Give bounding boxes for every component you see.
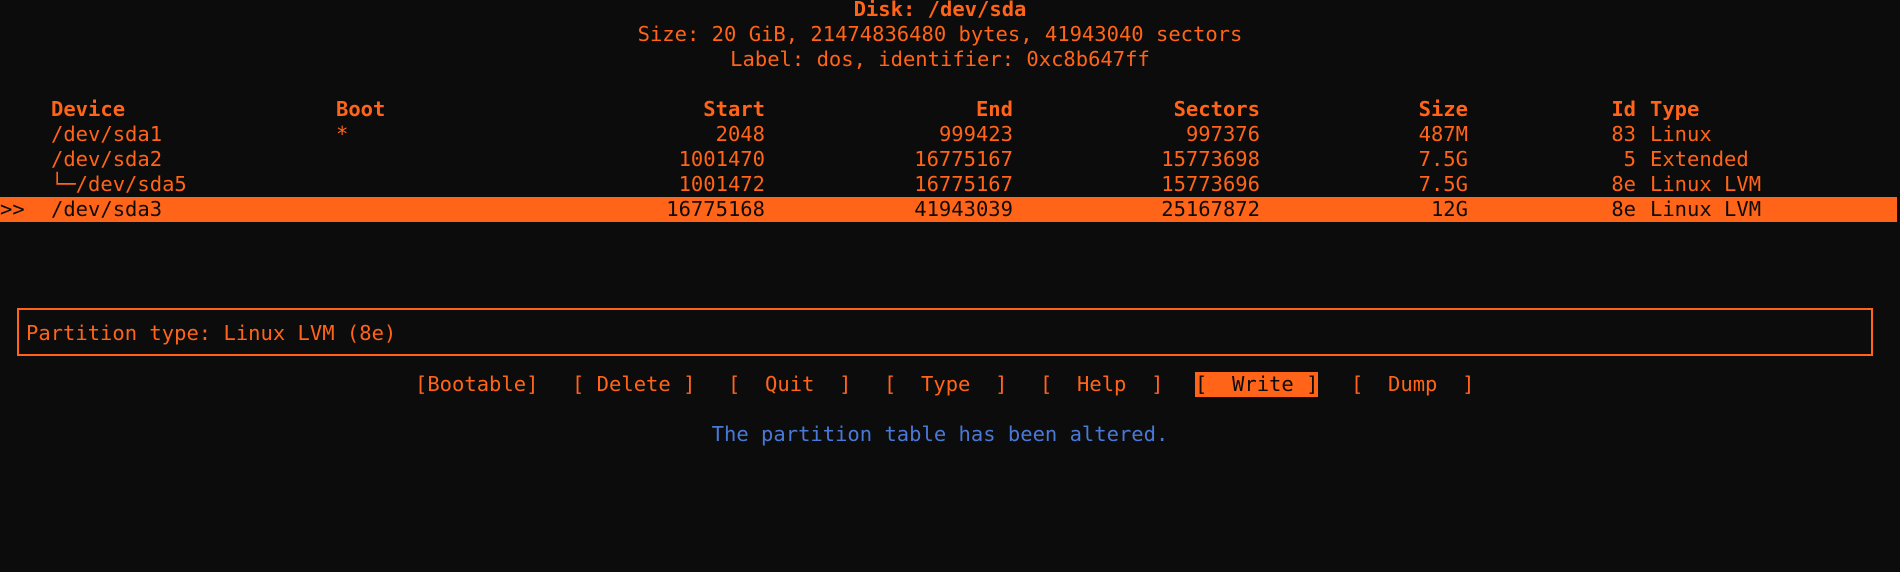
status-message: The partition table has been altered. — [711, 422, 1169, 446]
dump-button[interactable]: [ Dump ] — [1351, 372, 1474, 397]
partition-type: Linux LVM — [1650, 197, 1762, 221]
partition-device: /dev/sda1 — [51, 122, 163, 146]
partition-device: └─/dev/sda5 — [51, 172, 187, 196]
partition-row-sda1[interactable]: /dev/sda1 * 2048 999423 997376 487M 83 L… — [0, 122, 1900, 147]
disk-label-info: Label: dos, identifier: 0xc8b647ff — [730, 47, 1150, 71]
column-header-start: Start — [703, 97, 765, 121]
partition-id: 8e — [1611, 172, 1636, 196]
partition-row-sda2[interactable]: /dev/sda2 1001470 16775167 15773698 7.5G… — [0, 147, 1900, 172]
selection-marker — [0, 147, 40, 172]
selection-marker: >> — [0, 197, 25, 221]
partition-info-box: Partition type: Linux LVM (8e) — [17, 308, 1873, 356]
help-button[interactable]: [ Help ] — [1040, 372, 1163, 397]
partition-type: Extended — [1650, 147, 1749, 171]
partition-device: /dev/sda3 — [51, 197, 163, 221]
column-header-id: Id — [1611, 97, 1636, 121]
partition-end: 16775167 — [914, 172, 1013, 196]
partition-sectors: 997376 — [1185, 122, 1260, 146]
partition-start: 1001472 — [678, 172, 765, 196]
partition-table-header: Device Boot Start End Sectors Size Id Ty… — [0, 97, 1900, 122]
action-menu: [Bootable] [ Delete ] [ Quit ] [ Type ] … — [0, 372, 1900, 397]
partition-size: 12G — [1430, 197, 1468, 221]
column-header-size: Size — [1418, 97, 1468, 121]
selection-marker — [0, 172, 40, 197]
partition-size: 7.5G — [1418, 147, 1468, 171]
partition-id: 8e — [1611, 197, 1636, 221]
column-header-boot: Boot — [336, 97, 386, 121]
partition-id: 83 — [1611, 122, 1636, 146]
partition-boot-flag — [336, 147, 396, 172]
type-button[interactable]: [ Type ] — [884, 372, 1007, 397]
partition-type: Linux LVM — [1650, 172, 1762, 196]
partition-sectors: 15773698 — [1161, 147, 1260, 171]
partition-size: 7.5G — [1418, 172, 1468, 196]
partition-id: 5 — [1623, 147, 1636, 171]
partition-start: 16775168 — [666, 197, 765, 221]
selection-marker — [0, 122, 40, 147]
partition-size: 487M — [1418, 122, 1468, 146]
partition-end: 41943039 — [914, 197, 1013, 221]
partition-row-sda5[interactable]: └─/dev/sda5 1001472 16775167 15773696 7.… — [0, 172, 1900, 197]
partition-type: Linux — [1650, 122, 1712, 146]
partition-boot-flag — [336, 172, 396, 197]
disk-title: Disk: /dev/sda — [853, 0, 1027, 21]
column-header-sectors: Sectors — [1173, 97, 1260, 121]
column-header-end: End — [975, 97, 1013, 121]
partition-end: 16775167 — [914, 147, 1013, 171]
write-button[interactable]: [ Write ] — [1195, 372, 1319, 397]
disk-size-info: Size: 20 GiB, 21474836480 bytes, 4194304… — [637, 22, 1243, 46]
column-header-device: Device — [51, 97, 126, 121]
partition-boot-flag: * — [336, 122, 349, 146]
partition-sectors: 15773696 — [1161, 172, 1260, 196]
quit-button[interactable]: [ Quit ] — [728, 372, 851, 397]
partition-device: /dev/sda2 — [51, 147, 163, 171]
partition-sectors: 25167872 — [1161, 197, 1260, 221]
partition-row-sda3[interactable]: >> /dev/sda3 16775168 41943039 25167872 … — [0, 197, 1897, 222]
column-header-type: Type — [1650, 97, 1700, 121]
partition-type-info: Partition type: Linux LVM (8e) — [26, 321, 397, 345]
partition-end: 999423 — [938, 122, 1013, 146]
partition-boot-flag — [336, 197, 396, 222]
partition-start: 2048 — [715, 122, 765, 146]
partition-start: 1001470 — [678, 147, 765, 171]
delete-button[interactable]: [ Delete ] — [572, 372, 695, 397]
bootable-button[interactable]: [Bootable] — [415, 372, 538, 397]
